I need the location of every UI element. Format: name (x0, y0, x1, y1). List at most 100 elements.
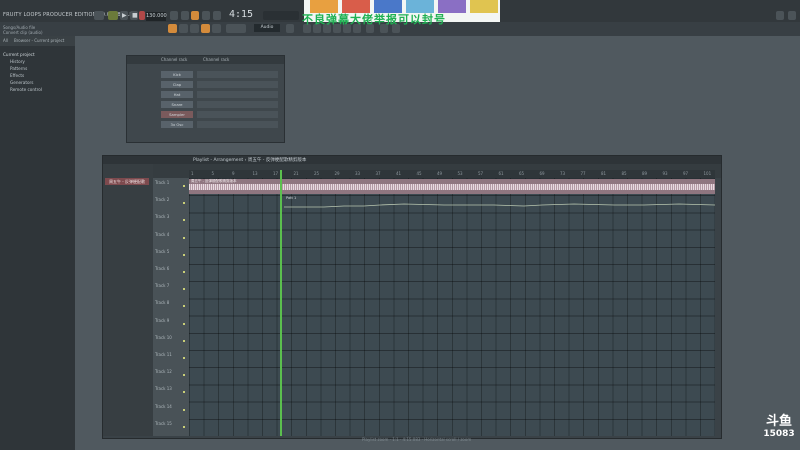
playlist-title: Playlist - Arrangement › 周五午 - 反弹梗配歌精剪版本 (193, 158, 307, 163)
track-led-icon[interactable] (183, 271, 185, 273)
channel-row[interactable]: 3x Osc (129, 121, 282, 129)
channel-name[interactable]: Hat (161, 91, 193, 98)
hint-bar: Songs/Audio file Convert clip (audio) (3, 25, 43, 35)
track-header[interactable]: Track 2 (153, 195, 189, 212)
playlist-timeline-ruler[interactable]: 1 5 9 13 17 21 25 29 33 37 41 45 49 53 57 61 65 69 73 77 81 8… (189, 170, 715, 178)
track-header[interactable]: Track 7 (153, 281, 189, 298)
play-button[interactable]: ▶ (120, 11, 128, 20)
channel-row[interactable]: Hat (129, 91, 282, 99)
track-header[interactable]: Track 15 (153, 419, 189, 436)
ruler-bar-number: 61 (498, 171, 504, 176)
ruler-bar-number: 49 (437, 171, 443, 176)
track-header[interactable]: Track 4 (153, 230, 189, 247)
track-header[interactable]: Track 9 (153, 316, 189, 333)
track-header[interactable]: Track 13 (153, 384, 189, 401)
channel-steps[interactable] (197, 81, 278, 88)
ruler-bar-number: 101 (703, 171, 712, 176)
snap-icon[interactable] (168, 24, 177, 33)
playhead-marker[interactable] (280, 170, 282, 436)
track-led-icon[interactable] (183, 253, 185, 256)
ruler-bar-number: 37 (375, 171, 381, 176)
snap-select[interactable] (226, 24, 246, 33)
track-led-icon[interactable] (183, 236, 185, 239)
paint-tool-icon[interactable] (190, 24, 199, 33)
browser-tab-all[interactable]: All (3, 38, 8, 43)
track-led-icon[interactable] (183, 339, 185, 342)
channel-steps[interactable] (197, 101, 278, 108)
track-header[interactable]: Track 8 (153, 298, 189, 315)
playlist-pattern-select[interactable]: 周五午 - 反弹梗配歌 (105, 178, 149, 185)
automation-clip[interactable]: Patt 1 (284, 196, 715, 211)
channel-rack-filter[interactable]: Channel rack (161, 57, 187, 62)
channel-steps[interactable] (197, 111, 278, 118)
loop-record-icon[interactable] (202, 11, 210, 20)
track-led-icon[interactable] (183, 408, 185, 411)
select-tool-icon[interactable] (212, 24, 221, 33)
track-header[interactable]: Track 6 (153, 264, 189, 281)
wait-record-icon[interactable] (181, 11, 189, 20)
ruler-bar-number: 17 (273, 171, 279, 176)
stop-button[interactable]: ■ (130, 11, 138, 20)
channel-name[interactable]: Kick (161, 71, 193, 78)
channel-row[interactable]: Clap (129, 81, 282, 89)
browser-item-effects[interactable]: Effects (10, 73, 24, 78)
track-header[interactable]: Track 11 (153, 350, 189, 367)
draw-tool-icon[interactable] (179, 24, 188, 33)
track-header[interactable]: Track 5 (153, 247, 189, 264)
browser-item-history[interactable]: History (10, 59, 25, 64)
channel-name-selected[interactable]: Sampler (161, 111, 193, 118)
browser-item-current-project[interactable]: Current project (3, 52, 35, 57)
pat-mode-button[interactable] (108, 11, 118, 20)
ruler-bar-number: 45 (416, 171, 422, 176)
minimize-icon[interactable] (776, 11, 784, 20)
track-header[interactable]: Track 10 (153, 333, 189, 350)
track-led-icon[interactable] (183, 305, 185, 308)
metronome-icon[interactable] (170, 11, 178, 20)
channel-name[interactable]: Clap (161, 81, 193, 88)
track-led-icon[interactable] (183, 322, 185, 325)
douyu-room-id: 15083 (763, 429, 795, 439)
track-led-icon[interactable] (183, 288, 185, 291)
step-edit-icon[interactable] (213, 11, 221, 20)
track-label: Track 10 (155, 334, 172, 340)
browser-item-patterns[interactable]: Patterns (10, 66, 27, 71)
channel-row[interactable]: Kick (129, 71, 282, 79)
track-led-icon[interactable] (183, 219, 185, 222)
track-label: Track 14 (155, 403, 172, 409)
track-led-icon[interactable] (183, 357, 185, 359)
browser-item-generators[interactable]: Generators (10, 80, 33, 85)
countdown-icon[interactable] (191, 11, 199, 20)
channel-row[interactable]: Snare (129, 101, 282, 109)
track-led-icon[interactable] (183, 185, 185, 187)
close-icon[interactable] (788, 11, 796, 20)
playlist-grid[interactable]: 周五午 - 反弹梗配歌精剪版本 Patt 1 (189, 178, 715, 436)
pattern-song-toggle[interactable] (94, 11, 104, 20)
track-header[interactable]: Track 12 (153, 367, 189, 384)
slice-tool-icon[interactable] (201, 24, 210, 33)
playlist-titlebar[interactable]: Playlist - Arrangement › 周五午 - 反弹梗配歌精剪版本 (103, 156, 721, 164)
track-led-icon[interactable] (183, 425, 185, 428)
channel-row[interactable]: Sampler (129, 111, 282, 119)
channel-name[interactable]: 3x Osc (161, 121, 193, 128)
ruler-bar-number: 21 (293, 171, 299, 176)
pattern-selector[interactable]: Audio (254, 24, 280, 32)
new-pattern-icon[interactable] (286, 24, 294, 33)
track-label: Track 7 (155, 283, 170, 289)
track-header[interactable]: Track 14 (153, 402, 189, 419)
channel-steps[interactable] (197, 121, 278, 128)
tempo-display[interactable]: 130.000 (146, 12, 167, 21)
audio-clip[interactable]: 周五午 - 反弹梗配歌精剪版本 (189, 179, 715, 194)
channel-steps[interactable] (197, 71, 278, 78)
track-led-icon[interactable] (183, 374, 185, 377)
browser-item-remote-control[interactable]: Remote control (10, 87, 42, 92)
channel-rack-titlebar[interactable]: Channel rack Channel rack (127, 56, 284, 64)
record-button[interactable] (139, 11, 145, 20)
browser-tab-current[interactable]: Browser - Current project (14, 38, 64, 43)
track-led-icon[interactable] (183, 391, 185, 394)
track-header[interactable]: Track 3 (153, 212, 189, 229)
track-led-icon[interactable] (183, 202, 185, 205)
track-header[interactable]: Track 1 (153, 178, 189, 195)
track-label: Track 4 (155, 231, 170, 237)
channel-steps[interactable] (197, 91, 278, 98)
channel-name[interactable]: Snare (161, 101, 193, 108)
